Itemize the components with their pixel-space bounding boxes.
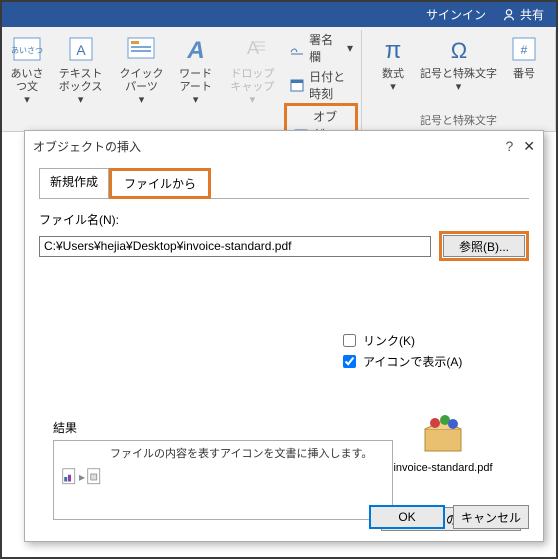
number-label: 番号 [513, 68, 535, 81]
filename-label: ファイル名(N): [39, 211, 529, 228]
datetime-icon [289, 77, 305, 93]
preview-filename: invoice-standard.pdf [383, 462, 503, 474]
result-section: 結果 ▸ ファイルの内容を表すアイコンを文書に挿入します。 [53, 419, 393, 520]
browse-button[interactable]: 参照(B)... [443, 235, 525, 257]
as-icon-label: アイコンで表示(A) [363, 353, 462, 370]
svg-text:あいさつ: あいさつ [11, 46, 43, 55]
title-bar: サインイン 共有 [2, 2, 556, 27]
link-label: リンク(K) [363, 332, 415, 349]
result-icon: ▸ [62, 465, 102, 489]
svg-text:π: π [385, 37, 402, 64]
quickparts-label: クイック パーツ [117, 68, 166, 94]
tab-create-new[interactable]: 新規作成 [39, 168, 109, 199]
ribbon: あいさつ あいさつ文 ▾ A テキストボックス ▾ クイック パーツ ▾ A ワ… [2, 27, 556, 132]
wordart-icon: A [179, 32, 213, 66]
quickparts-button[interactable]: クイック パーツ ▾ [113, 30, 170, 110]
signature-button[interactable]: 署名欄 ▾ [285, 30, 357, 66]
symbol-label: 記号と特殊文字 [420, 68, 497, 81]
dropcap-button: A ドロップキャップ ▾ [222, 30, 284, 110]
result-text: ファイルの内容を表すアイコンを文書に挿入します。 [110, 447, 372, 462]
greeting-label: あいさつ文 [10, 68, 44, 94]
svg-text:A: A [76, 42, 86, 58]
quickparts-icon [124, 32, 158, 66]
close-button[interactable]: ✕ [523, 138, 535, 155]
equation-icon: π [376, 32, 410, 66]
greeting-button[interactable]: あいさつ あいさつ文 ▾ [6, 30, 48, 110]
svg-text:A: A [186, 37, 204, 64]
dropcap-icon: A [235, 32, 269, 66]
equation-label: 数式 [382, 68, 404, 81]
textbox-button[interactable]: A テキストボックス ▾ [50, 30, 111, 110]
svg-text:#: # [521, 43, 528, 57]
link-checkbox[interactable]: リンク(K) [339, 331, 529, 350]
insert-object-dialog: オブジェクトの挿入 ? ✕ 新規作成 ファイルから ファイル名(N): 参照(B… [24, 130, 544, 542]
signature-icon [289, 40, 305, 56]
signin-button[interactable]: サインイン [418, 2, 494, 27]
share-icon [502, 8, 516, 22]
share-label: 共有 [520, 6, 544, 23]
result-label: 結果 [53, 419, 393, 436]
icon-preview: invoice-standard.pdf [383, 415, 503, 474]
wordart-label: ワードアート [176, 68, 216, 94]
dropcap-label: ドロップキャップ [226, 68, 280, 94]
help-button[interactable]: ? [505, 138, 513, 154]
textbox-label: テキストボックス [54, 68, 107, 94]
greeting-icon: あいさつ [10, 32, 44, 66]
equation-button[interactable]: π 数式 ▾ [372, 30, 414, 96]
signature-label: 署名欄 [309, 31, 343, 65]
number-icon: # [507, 32, 541, 66]
textbox-icon: A [64, 32, 98, 66]
symbol-icon: Ω [442, 32, 476, 66]
dialog-title: オブジェクトの挿入 [33, 138, 141, 155]
symbols-group-label: 記号と特殊文字 [420, 110, 497, 131]
as-icon-checkbox[interactable]: アイコンで表示(A) [339, 352, 529, 371]
ok-button[interactable]: OK [369, 505, 445, 529]
cancel-button[interactable]: キャンセル [453, 505, 529, 529]
tab-from-file[interactable]: ファイルから [109, 168, 211, 199]
datetime-button[interactable]: 日付と時刻 [285, 67, 357, 103]
share-button[interactable]: 共有 [494, 2, 552, 27]
package-icon [419, 415, 467, 455]
datetime-label: 日付と時刻 [309, 68, 353, 102]
symbol-button[interactable]: Ω 記号と特殊文字 ▾ [416, 30, 501, 96]
svg-text:Ω: Ω [450, 38, 466, 63]
number-button[interactable]: # 番号 [503, 30, 545, 83]
filename-input[interactable] [39, 236, 431, 257]
wordart-button[interactable]: A ワードアート ▾ [172, 30, 220, 110]
svg-text:A: A [247, 38, 259, 58]
